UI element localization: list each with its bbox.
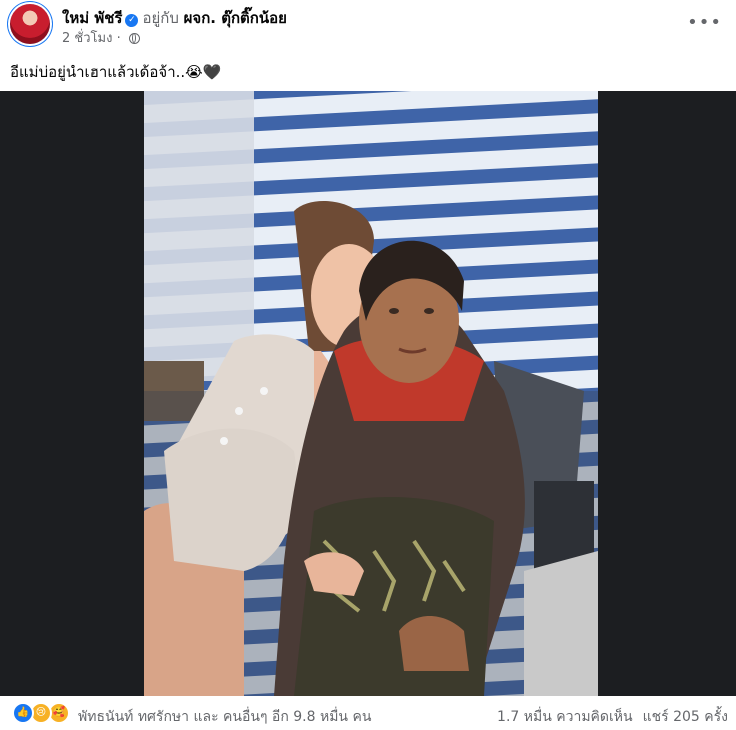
post-photo[interactable] — [144, 91, 598, 696]
more-options-icon[interactable]: ••• — [687, 12, 722, 33]
post-timestamp[interactable]: 2 ชั่วโมง — [62, 31, 112, 46]
post-meta: 2 ชั่วโมง · — [62, 27, 140, 48]
author-avatar[interactable] — [10, 4, 50, 44]
verified-badge-icon: ✓ — [125, 14, 139, 27]
post-caption: อีแม่บ่อยู่นำเฮาแล้วเด้อจ้า..😭🖤 — [10, 63, 222, 81]
share-count[interactable]: แชร์ 205 ครั้ง — [643, 709, 728, 725]
post-header: ใหม่ พัชรี ✓ อยู่กับ ผจก. ตุ๊กติ๊กน้อย 2 ช… — [0, 0, 736, 56]
post-stats: 1.7 หมื่น ความคิดเห็น แชร์ 205 ครั้ง — [487, 706, 728, 728]
with-label: อยู่กับ — [142, 9, 179, 27]
tagged-page-link[interactable]: ผจก. ตุ๊กติ๊กน้อย — [184, 9, 287, 27]
like-reaction-icon: 👍 — [12, 702, 34, 724]
meta-separator: · — [116, 31, 121, 46]
reactions-summary[interactable]: พัทธนันท์ ทศรักษา และ คนอื่นๆ อีก 9.8 หม… — [78, 706, 371, 728]
photo-illustration — [144, 91, 598, 696]
globe-icon[interactable] — [128, 33, 140, 44]
post-footer: 👍 😢 🥰 พัทธนันท์ ทศรักษา และ คนอื่นๆ อีก … — [0, 696, 736, 730]
reaction-icons[interactable]: 👍 😢 🥰 — [12, 702, 74, 724]
post-media[interactable] — [0, 91, 736, 696]
comment-count[interactable]: 1.7 หมื่น ความคิดเห็น — [497, 709, 633, 725]
author-name[interactable]: ใหม่ พัชรี — [62, 9, 122, 27]
